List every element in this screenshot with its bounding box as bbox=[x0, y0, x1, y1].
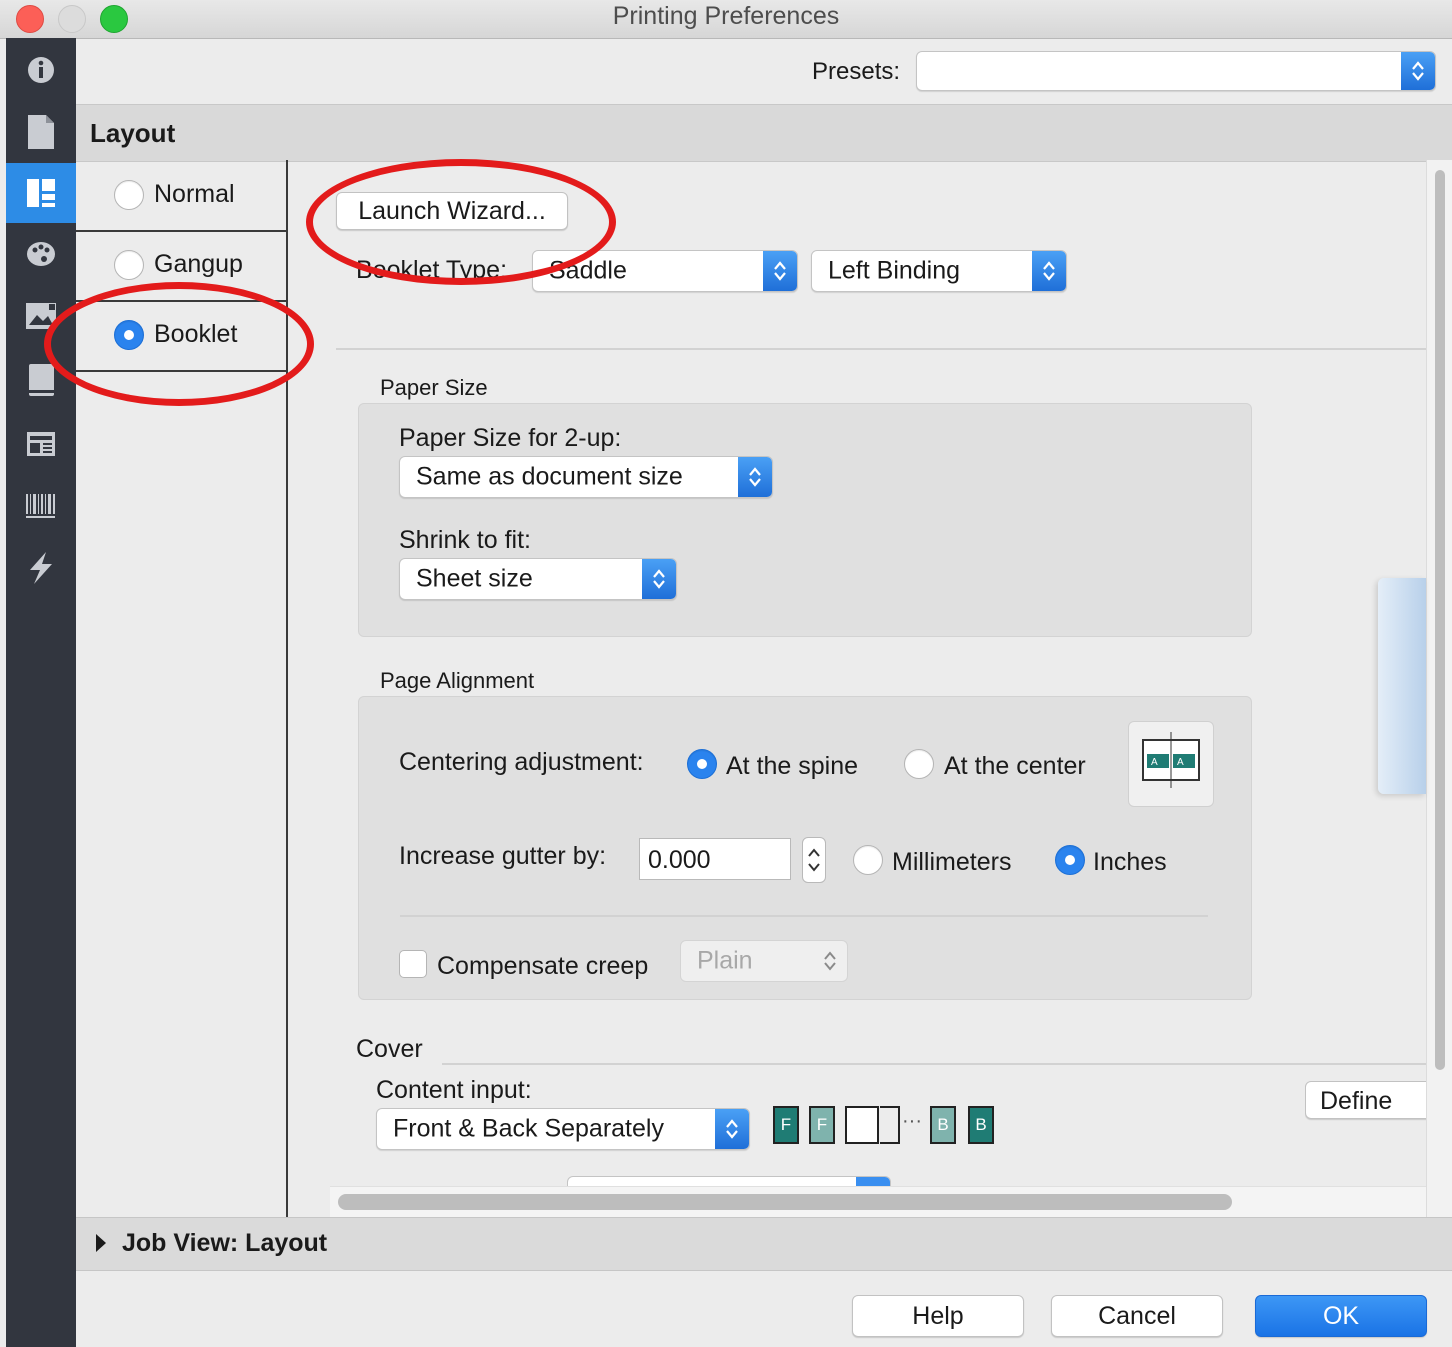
chevron-updown-icon bbox=[1032, 251, 1066, 291]
compensate-creep-checkbox[interactable] bbox=[399, 950, 427, 978]
booklet-preview bbox=[1378, 578, 1426, 794]
page-alignment-title: Page Alignment bbox=[380, 668, 535, 693]
content-input-label: Content input: bbox=[376, 1076, 532, 1104]
binding-value: Left Binding bbox=[828, 256, 961, 285]
normal-label: Normal bbox=[154, 180, 235, 208]
gangup-label: Gangup bbox=[154, 250, 243, 278]
back-inside-page-icon: B bbox=[930, 1106, 956, 1144]
at-spine-radio[interactable] bbox=[687, 749, 717, 779]
shrink-label: Shrink to fit: bbox=[399, 526, 531, 554]
define-cover-button[interactable]: Define Cover... bbox=[1305, 1081, 1426, 1119]
normal-radio[interactable] bbox=[114, 180, 144, 210]
sidebar bbox=[6, 38, 76, 1347]
content-input-select[interactable]: Front & Back Separately bbox=[376, 1108, 750, 1150]
job-view-label: Job View: Layout bbox=[122, 1229, 328, 1257]
two-up-label: Paper Size for 2-up: bbox=[399, 424, 622, 452]
paper-size-title: Paper Size bbox=[380, 375, 488, 400]
at-center-label: At the center bbox=[944, 752, 1086, 780]
divider bbox=[400, 915, 1208, 917]
palette-icon[interactable] bbox=[6, 224, 76, 284]
gutter-input[interactable]: 0.000 bbox=[639, 838, 791, 880]
page-stack-icon bbox=[880, 1106, 900, 1144]
alignment-preview-icon: AA bbox=[1128, 721, 1214, 807]
section-title: Layout bbox=[90, 118, 176, 148]
horizontal-scrollbar[interactable] bbox=[330, 1186, 1426, 1217]
front-inside-page-icon: F bbox=[809, 1106, 835, 1144]
centering-label: Centering adjustment: bbox=[399, 748, 644, 776]
shrink-value: Sheet size bbox=[416, 564, 533, 593]
presets-label: Presets: bbox=[812, 58, 901, 85]
layout-option-normal[interactable]: Normal bbox=[76, 160, 286, 232]
creep-select[interactable]: Plain bbox=[680, 940, 848, 982]
section-header bbox=[76, 104, 1452, 162]
creep-value: Plain bbox=[697, 946, 753, 975]
chevron-updown-icon bbox=[642, 559, 676, 599]
barcode-icon[interactable] bbox=[6, 476, 76, 536]
window-title: Printing Preferences bbox=[612, 2, 840, 30]
title-bar: Printing Preferences bbox=[0, 0, 1452, 39]
gutter-stepper[interactable] bbox=[802, 837, 826, 883]
ellipsis-icon: ··· bbox=[902, 1110, 922, 1132]
cover-title: Cover bbox=[356, 1035, 423, 1063]
inches-radio[interactable] bbox=[1055, 845, 1085, 875]
front-page-icon: F bbox=[773, 1106, 799, 1144]
blank-page-icon bbox=[845, 1106, 879, 1144]
chevron-updown-icon bbox=[715, 1109, 749, 1149]
millimeters-radio[interactable] bbox=[853, 845, 883, 875]
svg-text:A: A bbox=[1177, 757, 1184, 768]
at-spine-label: At the spine bbox=[726, 752, 859, 780]
layout-icon[interactable] bbox=[6, 163, 76, 223]
svg-text:A: A bbox=[1151, 757, 1158, 768]
presets-select[interactable] bbox=[916, 51, 1436, 91]
disclosure-triangle-icon[interactable] bbox=[94, 1233, 108, 1253]
content-input-value: Front & Back Separately bbox=[393, 1114, 664, 1143]
inches-label: Inches bbox=[1093, 848, 1167, 876]
shrink-select[interactable]: Sheet size bbox=[399, 558, 677, 600]
gangup-radio[interactable] bbox=[114, 250, 144, 280]
chevron-updown-icon bbox=[813, 941, 847, 981]
cancel-button[interactable]: Cancel bbox=[1051, 1295, 1223, 1337]
chevron-updown-icon bbox=[763, 251, 797, 291]
chevron-updown-icon bbox=[1401, 52, 1435, 90]
two-up-select[interactable]: Same as document size bbox=[399, 456, 773, 498]
annotation-circle bbox=[306, 159, 616, 285]
millimeters-label: Millimeters bbox=[892, 848, 1012, 876]
two-up-value: Same as document size bbox=[416, 462, 683, 491]
annotation-circle bbox=[44, 282, 314, 406]
ok-button[interactable]: OK bbox=[1255, 1295, 1427, 1337]
vertical-scrollbar[interactable] bbox=[1426, 160, 1452, 1217]
back-page-icon: B bbox=[968, 1106, 994, 1144]
define-cover-clip: Define Cover... bbox=[1305, 1081, 1426, 1121]
help-button[interactable]: Help bbox=[852, 1295, 1024, 1337]
at-center-radio[interactable] bbox=[904, 749, 934, 779]
compensate-creep-label: Compensate creep bbox=[437, 952, 649, 980]
lightning-icon[interactable] bbox=[6, 538, 76, 598]
divider bbox=[442, 1063, 1426, 1065]
gutter-label: Increase gutter by: bbox=[399, 842, 607, 870]
info-icon[interactable] bbox=[6, 40, 76, 100]
vertical-scroll-thumb[interactable] bbox=[1435, 170, 1445, 1070]
horizontal-scroll-thumb[interactable] bbox=[338, 1194, 1232, 1210]
chevron-updown-icon bbox=[738, 457, 772, 497]
divider bbox=[336, 348, 1426, 350]
binding-select[interactable]: Left Binding bbox=[811, 250, 1067, 292]
job-view-bar[interactable]: Job View: Layout bbox=[76, 1217, 1452, 1271]
newspaper-icon[interactable] bbox=[6, 414, 76, 474]
document-icon[interactable] bbox=[6, 102, 76, 162]
